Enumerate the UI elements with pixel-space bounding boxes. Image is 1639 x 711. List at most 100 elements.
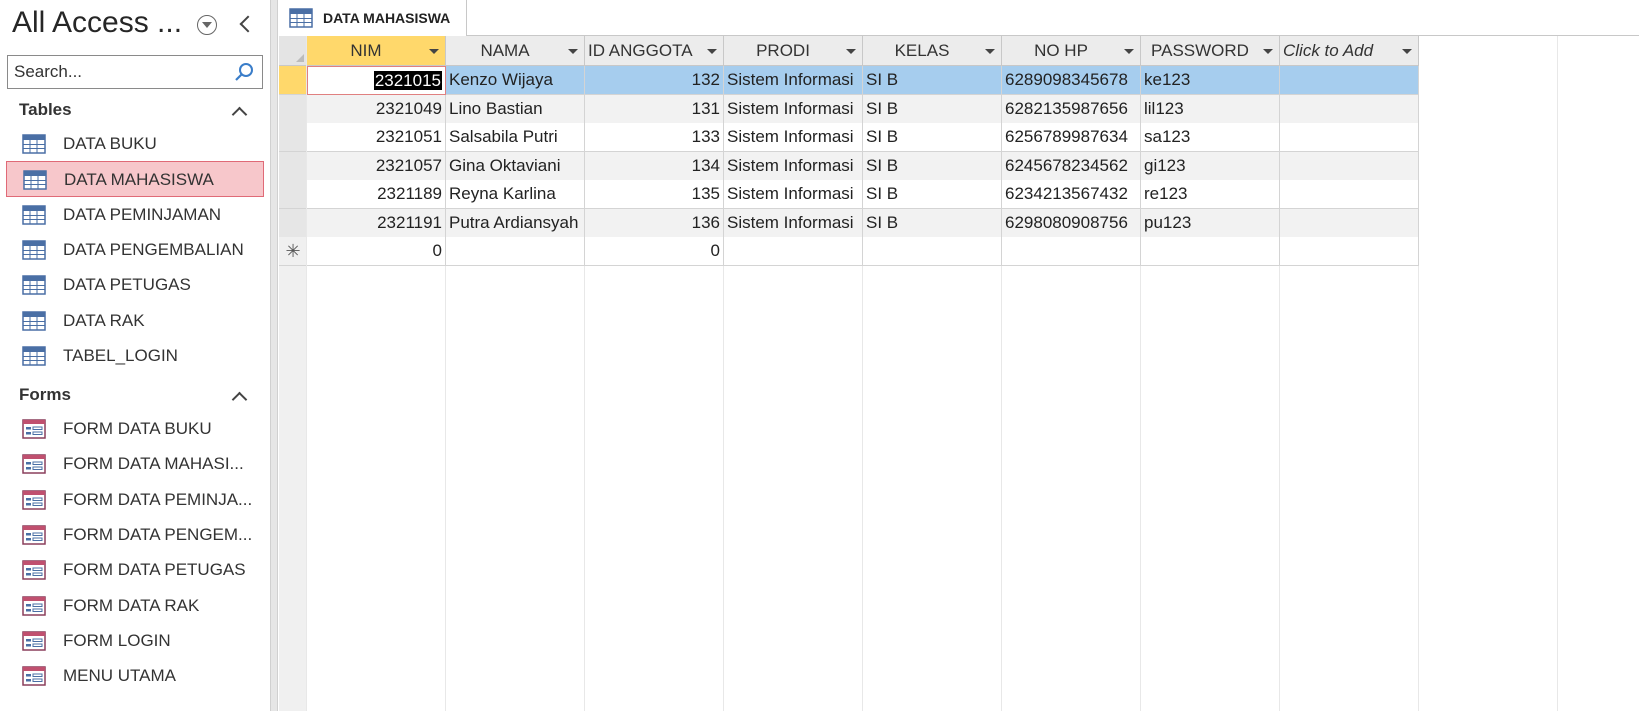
cell-no-hp[interactable]: 6282135987656 <box>1002 94 1141 124</box>
nav-pane-collapse-icon[interactable] <box>236 12 256 36</box>
sort-filter-dropdown-icon[interactable] <box>1124 49 1134 54</box>
sort-filter-dropdown-icon[interactable] <box>846 49 856 54</box>
cell-nim[interactable]: 2321015 <box>307 66 446 95</box>
cell-id-anggota[interactable]: 133 <box>585 123 724 152</box>
record-selector[interactable] <box>279 151 307 181</box>
nav-item-data-pengembalian[interactable]: DATA PENGEMBALIAN <box>6 232 264 268</box>
column-header-no-hp[interactable]: NO HP <box>1002 36 1141 66</box>
column-header-password[interactable]: PASSWORD <box>1141 36 1280 66</box>
cell-nim[interactable]: 0 <box>307 237 446 266</box>
column-header-kelas[interactable]: KELAS <box>863 36 1002 66</box>
column-header-nama[interactable]: NAMA <box>446 36 585 66</box>
sort-filter-dropdown-icon[interactable] <box>1263 49 1273 54</box>
cell-nim[interactable]: 2321191 <box>307 208 446 238</box>
cell-nama[interactable]: Putra Ardiansyah <box>446 208 585 238</box>
nav-item-form-data-petugas[interactable]: FORM DATA PETUGAS <box>6 552 264 588</box>
chevron-up-icon[interactable] <box>233 105 245 117</box>
nav-item-tabel-login[interactable]: TABEL_LOGIN <box>6 338 264 374</box>
cell-click-to-add[interactable] <box>1280 180 1419 209</box>
nav-item-form-login[interactable]: FORM LOGIN <box>6 623 264 659</box>
cell-password[interactable]: gi123 <box>1141 151 1280 181</box>
nav-search-input[interactable] <box>14 60 234 84</box>
cell-nama[interactable]: Lino Bastian <box>446 94 585 124</box>
cell-nama[interactable]: Salsabila Putri <box>446 123 585 152</box>
nav-item-form-data-pengem[interactable]: FORM DATA PENGEM... <box>6 517 264 553</box>
cell-click-to-add[interactable] <box>1280 94 1419 124</box>
record-selector[interactable] <box>279 123 307 152</box>
cell-nama[interactable]: Reyna Karlina <box>446 180 585 209</box>
nav-pane-splitter[interactable] <box>270 0 278 711</box>
nav-pane-title[interactable]: All Access ... <box>12 6 182 40</box>
cell-click-to-add[interactable] <box>1280 151 1419 181</box>
cell-prodi[interactable] <box>724 237 863 266</box>
cell-nim[interactable]: 2321057 <box>307 151 446 181</box>
cell-id-anggota[interactable]: 132 <box>585 66 724 95</box>
cell-no-hp[interactable]: 6245678234562 <box>1002 151 1141 181</box>
cell-kelas[interactable]: SI B <box>863 151 1002 181</box>
cell-password[interactable]: ke123 <box>1141 66 1280 95</box>
cell-password[interactable]: sa123 <box>1141 123 1280 152</box>
cell-prodi[interactable]: Sistem Informasi <box>724 151 863 181</box>
select-all-corner[interactable] <box>279 36 307 66</box>
cell-nama[interactable] <box>446 237 585 266</box>
cell-no-hp[interactable]: 6298080908756 <box>1002 208 1141 238</box>
cell-id-anggota[interactable]: 134 <box>585 151 724 181</box>
nav-item-form-data-rak[interactable]: FORM DATA RAK <box>6 588 264 624</box>
cell-nim[interactable]: 2321051 <box>307 123 446 152</box>
cell-no-hp[interactable]: 6256789987634 <box>1002 123 1141 152</box>
new-record-selector[interactable]: ✳ <box>279 237 307 266</box>
cell-kelas[interactable]: SI B <box>863 94 1002 124</box>
nav-item-data-rak[interactable]: DATA RAK <box>6 303 264 339</box>
cell-id-anggota[interactable]: 135 <box>585 180 724 209</box>
cell-prodi[interactable]: Sistem Informasi <box>724 208 863 238</box>
sort-filter-dropdown-icon[interactable] <box>985 49 995 54</box>
tab-data-mahasiswa[interactable]: DATA MAHASISWA <box>279 0 467 37</box>
cell-click-to-add[interactable] <box>1280 123 1419 152</box>
cell-nama[interactable]: Kenzo Wijaya <box>446 66 585 95</box>
cell-kelas[interactable]: SI B <box>863 180 1002 209</box>
cell-kelas[interactable] <box>863 237 1002 266</box>
cell-password[interactable]: re123 <box>1141 180 1280 209</box>
nav-pane-menu-dropdown-icon[interactable] <box>197 15 217 35</box>
nav-item-menu-utama[interactable]: MENU UTAMA <box>6 658 264 694</box>
sort-filter-dropdown-icon[interactable] <box>1402 49 1412 54</box>
sort-filter-dropdown-icon[interactable] <box>707 49 717 54</box>
sort-filter-dropdown-icon[interactable] <box>429 49 439 54</box>
nav-item-form-data-buku[interactable]: FORM DATA BUKU <box>6 411 264 447</box>
cell-no-hp[interactable]: 6234213567432 <box>1002 180 1141 209</box>
nav-group-tables[interactable]: Tables <box>0 97 270 125</box>
record-selector[interactable] <box>279 180 307 209</box>
cell-no-hp[interactable]: 6289098345678 <box>1002 66 1141 95</box>
cell-no-hp[interactable] <box>1002 237 1141 266</box>
record-selector[interactable] <box>279 208 307 238</box>
cell-click-to-add[interactable] <box>1280 237 1419 266</box>
record-selector[interactable] <box>279 94 307 124</box>
chevron-up-icon[interactable] <box>233 390 245 402</box>
nav-item-data-buku[interactable]: DATA BUKU <box>6 126 264 162</box>
cell-nim[interactable]: 2321049 <box>307 94 446 124</box>
cell-password[interactable]: pu123 <box>1141 208 1280 238</box>
cell-prodi[interactable]: Sistem Informasi <box>724 66 863 95</box>
record-selector[interactable] <box>279 66 307 95</box>
cell-id-anggota[interactable]: 131 <box>585 94 724 124</box>
cell-prodi[interactable]: Sistem Informasi <box>724 123 863 152</box>
cell-click-to-add[interactable] <box>1280 208 1419 238</box>
cell-nama[interactable]: Gina Oktaviani <box>446 151 585 181</box>
nav-item-data-peminjaman[interactable]: DATA PEMINJAMAN <box>6 197 264 233</box>
cell-password[interactable] <box>1141 237 1280 266</box>
cell-click-to-add[interactable] <box>1280 66 1419 95</box>
cell-prodi[interactable]: Sistem Informasi <box>724 94 863 124</box>
cell-id-anggota[interactable]: 0 <box>585 237 724 266</box>
nav-item-data-petugas[interactable]: DATA PETUGAS <box>6 267 264 303</box>
column-header-id-anggota[interactable]: ID ANGGOTA <box>585 36 724 66</box>
cell-kelas[interactable]: SI B <box>863 123 1002 152</box>
cell-nim[interactable]: 2321189 <box>307 180 446 209</box>
sort-filter-dropdown-icon[interactable] <box>568 49 578 54</box>
search-icon[interactable] <box>234 62 254 82</box>
nav-item-form-data-peminja[interactable]: FORM DATA PEMINJA... <box>6 482 264 518</box>
cell-kelas[interactable]: SI B <box>863 208 1002 238</box>
column-header-click-to-add[interactable]: Click to Add <box>1280 36 1419 66</box>
nav-item-data-mahasiswa[interactable]: DATA MAHASISWA <box>6 161 264 198</box>
cell-password[interactable]: lil123 <box>1141 94 1280 124</box>
nav-group-forms[interactable]: Forms <box>0 382 270 410</box>
